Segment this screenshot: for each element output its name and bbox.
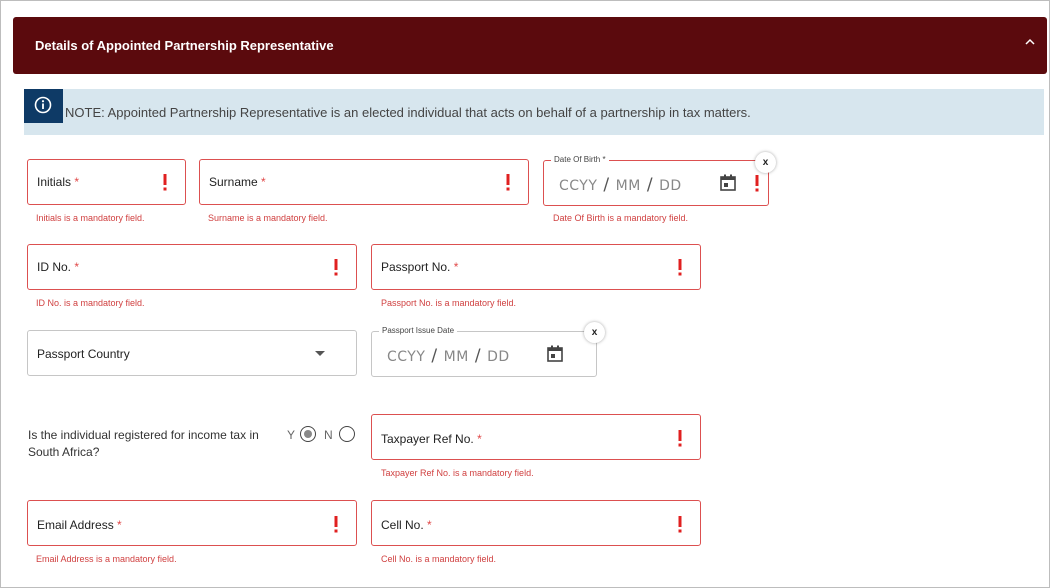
- exclamation-icon: [678, 259, 682, 276]
- form-frame: Details of Appointed Partnership Represe…: [0, 0, 1050, 588]
- exclamation-icon: [506, 174, 510, 191]
- surname-label: Surname *: [209, 175, 266, 189]
- date-of-birth-error: Date Of Birth is a mandatory field.: [553, 213, 689, 223]
- info-icon: [34, 96, 52, 114]
- initials-error: Initials is a mandatory field.: [36, 213, 145, 223]
- passport-number-label: Passport No. *: [381, 260, 459, 274]
- passport-number-error: Passport No. is a mandatory field.: [381, 298, 517, 308]
- date-of-birth-placeholder: CCYY / MM / DD: [559, 175, 682, 195]
- calendar-icon[interactable]: [720, 174, 736, 191]
- passport-issue-date-placeholder: CCYY / MM / DD: [387, 346, 510, 366]
- id-number-label: ID No. *: [37, 260, 80, 274]
- initials-label: Initials *: [37, 175, 80, 189]
- exclamation-icon: [678, 430, 682, 447]
- passport-issue-date-label: Passport Issue Date: [379, 326, 458, 336]
- id-number-field[interactable]: ID No. *: [27, 244, 357, 290]
- surname-error: Surname is a mandatory field.: [208, 213, 328, 223]
- info-note: NOTE: Appointed Partnership Representati…: [24, 89, 1044, 135]
- taxpayer-ref-error: Taxpayer Ref No. is a mandatory field.: [381, 468, 534, 478]
- surname-field[interactable]: Surname *: [199, 159, 529, 205]
- exclamation-icon: [334, 516, 338, 533]
- cell-number-error: Cell No. is a mandatory field.: [381, 554, 497, 564]
- passport-country-label: Passport Country: [37, 347, 130, 361]
- id-number-error: ID No. is a mandatory field.: [36, 298, 145, 308]
- initials-field[interactable]: Initials *: [27, 159, 186, 205]
- email-address-label: Email Address *: [37, 518, 122, 532]
- date-of-birth-label: Date Of Birth *: [551, 155, 609, 165]
- passport-country-select[interactable]: Passport Country: [27, 330, 357, 376]
- panel-title: Details of Appointed Partnership Represe…: [35, 38, 334, 53]
- passport-number-field[interactable]: Passport No. *: [371, 244, 701, 290]
- radio-no-label: N: [324, 428, 333, 442]
- calendar-icon[interactable]: [547, 345, 563, 362]
- exclamation-icon: [334, 259, 338, 276]
- cell-number-field[interactable]: Cell No. *: [371, 500, 701, 546]
- clear-date-of-birth-button[interactable]: x: [755, 152, 776, 173]
- taxpayer-ref-label: Taxpayer Ref No. *: [381, 432, 482, 446]
- info-icon-box: [24, 89, 63, 123]
- email-address-field[interactable]: Email Address *: [27, 500, 357, 546]
- passport-issue-date-field[interactable]: Passport Issue Date CCYY / MM / DD: [371, 326, 597, 377]
- radio-selected-dot: [304, 430, 312, 438]
- exclamation-icon: [678, 516, 682, 533]
- exclamation-icon: [755, 175, 759, 192]
- exclamation-icon: [163, 174, 167, 191]
- income-tax-question: Is the individual registered for income …: [28, 428, 259, 459]
- note-text: NOTE: Appointed Partnership Representati…: [65, 105, 751, 120]
- radio-yes[interactable]: [300, 426, 316, 442]
- taxpayer-ref-field[interactable]: Taxpayer Ref No. *: [371, 414, 701, 460]
- panel-header[interactable]: Details of Appointed Partnership Represe…: [13, 17, 1047, 74]
- radio-no[interactable]: [339, 426, 355, 442]
- dropdown-caret-icon: [315, 351, 325, 356]
- radio-yes-label: Y: [287, 428, 296, 442]
- chevron-up-icon[interactable]: [1023, 35, 1037, 49]
- email-address-error: Email Address is a mandatory field.: [36, 554, 177, 564]
- cell-number-label: Cell No. *: [381, 518, 432, 532]
- clear-passport-issue-date-button[interactable]: x: [584, 322, 605, 343]
- date-of-birth-field[interactable]: Date Of Birth * CCYY / MM / DD: [543, 155, 769, 206]
